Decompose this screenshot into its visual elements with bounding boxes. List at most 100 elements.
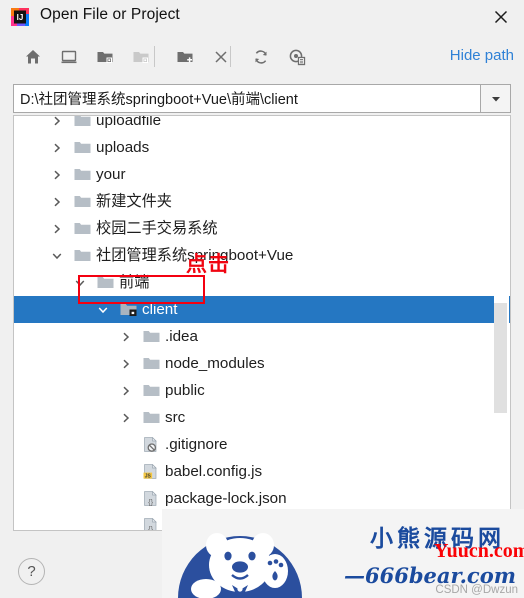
expand-chevron-right-icon[interactable] xyxy=(50,222,64,236)
folder-icon xyxy=(143,356,160,371)
folder-icon xyxy=(74,194,91,209)
collapse-chevron-down-icon[interactable] xyxy=(96,303,110,317)
path-dropdown-button[interactable] xyxy=(480,84,511,113)
tree-row[interactable]: .idea xyxy=(14,323,510,350)
tree-row-label: uploads xyxy=(96,139,150,156)
tree-row[interactable]: src xyxy=(14,404,510,431)
chevron-down-icon xyxy=(52,252,62,259)
gitignore-file-icon xyxy=(144,436,157,452)
file-json-icon: {} xyxy=(143,517,160,530)
tree-row[interactable]: node_modules xyxy=(14,350,510,377)
chevron-right-icon xyxy=(123,359,130,368)
tree-row[interactable]: 社团管理系统springboot+Vue xyxy=(14,242,510,269)
tree-row-label: babel.config.js xyxy=(165,463,263,480)
tree-row-label: uploadfile xyxy=(96,115,162,129)
new-folder-button[interactable] xyxy=(172,44,198,70)
file-js-icon: JS xyxy=(143,463,160,479)
file-tree: uploadfile uploads your 新建文件夹校园二手交易系统社团管理系统… xyxy=(14,115,510,530)
folder-icon xyxy=(74,250,91,261)
tree-row-label: package-lock.json xyxy=(165,490,287,507)
tree-row[interactable]: uploadfile xyxy=(14,115,510,134)
tree-row-label: .gitignore xyxy=(165,436,228,453)
expand-chevron-right-icon[interactable] xyxy=(50,116,64,128)
tree-row-label: src xyxy=(165,409,186,426)
module-folder-icon xyxy=(133,52,149,63)
home-icon xyxy=(26,50,40,64)
svg-text:JS: JS xyxy=(145,473,152,479)
toolbar: Hide path xyxy=(0,34,524,79)
delete-icon xyxy=(215,51,227,63)
chevron-right-icon xyxy=(54,224,61,233)
tree-row[interactable]: {} package-lock.json xyxy=(14,485,510,512)
tree-row[interactable]: your xyxy=(14,161,510,188)
folder-icon xyxy=(143,331,160,342)
hide-path-link[interactable]: Hide path xyxy=(450,47,514,64)
annotation-click-label: 点击 xyxy=(186,252,230,276)
tree-row[interactable]: uploads xyxy=(14,134,510,161)
bear-mascot-logo-icon xyxy=(170,509,310,598)
json-file-icon: {} xyxy=(144,517,157,530)
title-bar: IJ Open File or Project xyxy=(0,0,524,34)
chevron-right-icon xyxy=(123,332,130,341)
question-mark-icon: ? xyxy=(27,563,36,580)
close-icon xyxy=(494,10,508,24)
tree-row-label: 校园二手交易系统 xyxy=(96,220,218,237)
expand-chevron-right-icon[interactable] xyxy=(50,168,64,182)
folder-icon xyxy=(143,412,160,423)
expand-chevron-right-icon[interactable] xyxy=(119,411,133,425)
watermark-red-domain: Yuucn.com xyxy=(434,540,524,562)
path-field-row xyxy=(13,84,511,113)
svg-text:{}: {} xyxy=(148,497,153,506)
tree-row[interactable]: 新建文件夹 xyxy=(14,188,510,215)
folder-icon xyxy=(143,329,160,344)
folder-icon xyxy=(74,196,91,207)
folder-icon xyxy=(143,358,160,369)
module-directory-button xyxy=(128,44,154,70)
folder-icon xyxy=(74,116,91,126)
folder-icon xyxy=(143,385,160,396)
tree-row-label: node_modules xyxy=(165,355,265,372)
annotation-highlight-box xyxy=(78,275,205,304)
help-button[interactable]: ? xyxy=(18,558,45,585)
home-button[interactable] xyxy=(20,44,46,70)
folder-icon xyxy=(74,140,91,155)
tree-row[interactable]: public xyxy=(14,377,510,404)
expand-chevron-right-icon[interactable] xyxy=(50,195,64,209)
file-tree-panel[interactable]: uploadfile uploads your 新建文件夹校园二手交易系统社团管理系统… xyxy=(13,115,511,531)
show-hidden-icon xyxy=(289,49,306,66)
folder-icon xyxy=(74,142,91,153)
expand-chevron-right-icon[interactable] xyxy=(119,384,133,398)
refresh-icon xyxy=(255,50,267,64)
toolbar-separator xyxy=(154,46,155,67)
tree-row[interactable]: 校园二手交易系统 xyxy=(14,215,510,242)
chevron-right-icon xyxy=(54,116,61,125)
tree-scrollbar[interactable] xyxy=(494,117,509,530)
refresh-button[interactable] xyxy=(248,44,274,70)
close-button[interactable] xyxy=(486,4,516,30)
desktop-button[interactable] xyxy=(56,44,82,70)
folder-icon xyxy=(143,410,160,425)
chevron-right-icon xyxy=(54,170,61,179)
tree-row[interactable]: JS babel.config.js xyxy=(14,458,510,485)
tree-scrollbar-thumb[interactable] xyxy=(494,303,507,413)
watermark-overlay: 小熊源码网 Yuucn.com —666bear.com— CSDN @Dwzu… xyxy=(162,509,524,598)
tree-row-label: 新建文件夹 xyxy=(96,193,172,210)
path-input[interactable] xyxy=(13,84,480,113)
expand-chevron-right-icon[interactable] xyxy=(119,330,133,344)
show-hidden-files-button[interactable] xyxy=(284,44,310,70)
collapse-chevron-down-icon[interactable] xyxy=(50,249,64,263)
folder-icon xyxy=(74,169,91,180)
window-title: Open File or Project xyxy=(40,6,180,23)
desktop-icon xyxy=(61,50,77,64)
folder-icon xyxy=(143,383,160,398)
module-folder-icon xyxy=(120,304,137,316)
tree-row-label: public xyxy=(165,382,205,399)
folder-icon xyxy=(74,221,91,236)
svg-text:IJ: IJ xyxy=(17,13,24,22)
expand-chevron-right-icon[interactable] xyxy=(50,141,64,155)
project-directory-button[interactable] xyxy=(92,44,118,70)
folder-icon xyxy=(74,248,91,263)
tree-row[interactable]: .gitignore xyxy=(14,431,510,458)
chevron-right-icon xyxy=(54,197,61,206)
expand-chevron-right-icon[interactable] xyxy=(119,357,133,371)
